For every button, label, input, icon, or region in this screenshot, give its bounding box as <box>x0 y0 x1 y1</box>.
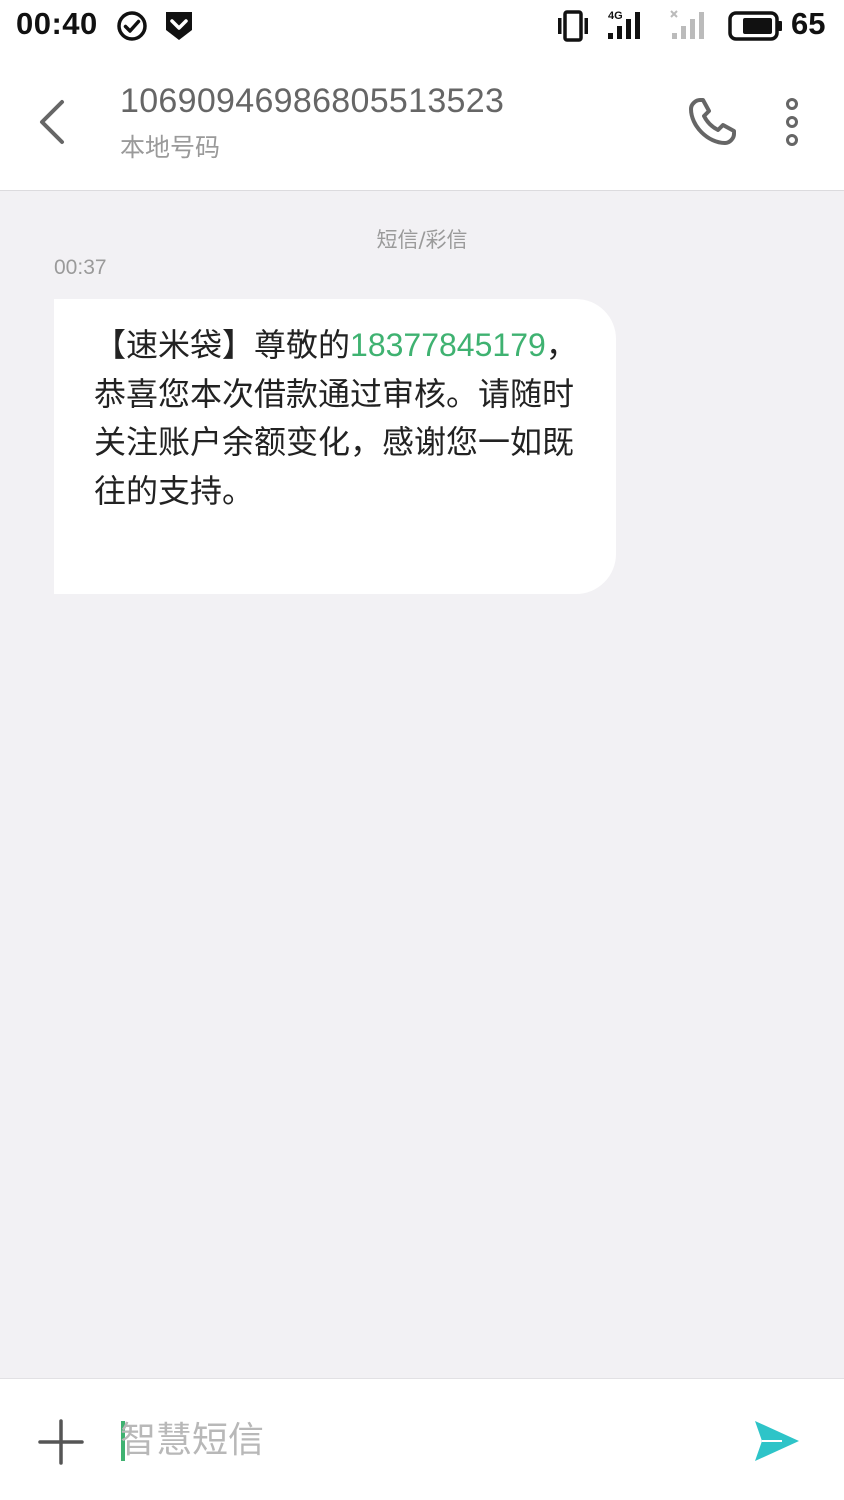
back-button[interactable] <box>30 92 74 152</box>
signal-4g-icon: 4G <box>608 10 640 39</box>
battery-icon <box>728 11 782 41</box>
more-vertical-icon <box>786 98 798 146</box>
vibrate-icon <box>558 10 588 42</box>
network-label: 4G <box>608 10 623 22</box>
status-bar: 00:40 4G 65 <box>0 0 844 52</box>
message-list[interactable]: 短信/彩信 00:37 【速米袋】尊敬的18377845179，恭喜您本次借款通… <box>0 192 844 1378</box>
contact-location-label: 本地号码 <box>120 133 221 162</box>
more-options-button[interactable] <box>776 96 808 148</box>
shield-icon <box>166 12 192 40</box>
message-input[interactable] <box>120 1415 680 1465</box>
plus-icon <box>38 1419 84 1465</box>
message-text-prefix: 【速米袋】尊敬的 <box>94 326 351 364</box>
phone-icon <box>689 98 736 145</box>
message-bubble[interactable]: 【速米袋】尊敬的18377845179，恭喜您本次借款通过审核。请随时关注账户余… <box>54 299 616 594</box>
phone-number-link[interactable]: 18377845179 <box>350 327 546 363</box>
call-button[interactable] <box>686 96 738 148</box>
status-time: 00:40 <box>16 6 98 41</box>
compose-bar <box>0 1378 844 1500</box>
chevron-left-icon <box>40 100 64 144</box>
signal-no-service-icon <box>670 10 704 39</box>
message-timestamp: 00:37 <box>54 256 107 279</box>
send-button[interactable] <box>752 1417 802 1465</box>
contact-number: 10690946986805513523 <box>120 82 505 120</box>
check-circle-icon <box>117 11 147 41</box>
channel-label: 短信/彩信 <box>376 228 468 252</box>
add-attachment-button[interactable] <box>36 1417 86 1467</box>
conversation-header: 10690946986805513523 本地号码 <box>0 52 844 191</box>
battery-percent: 65 <box>791 6 826 41</box>
